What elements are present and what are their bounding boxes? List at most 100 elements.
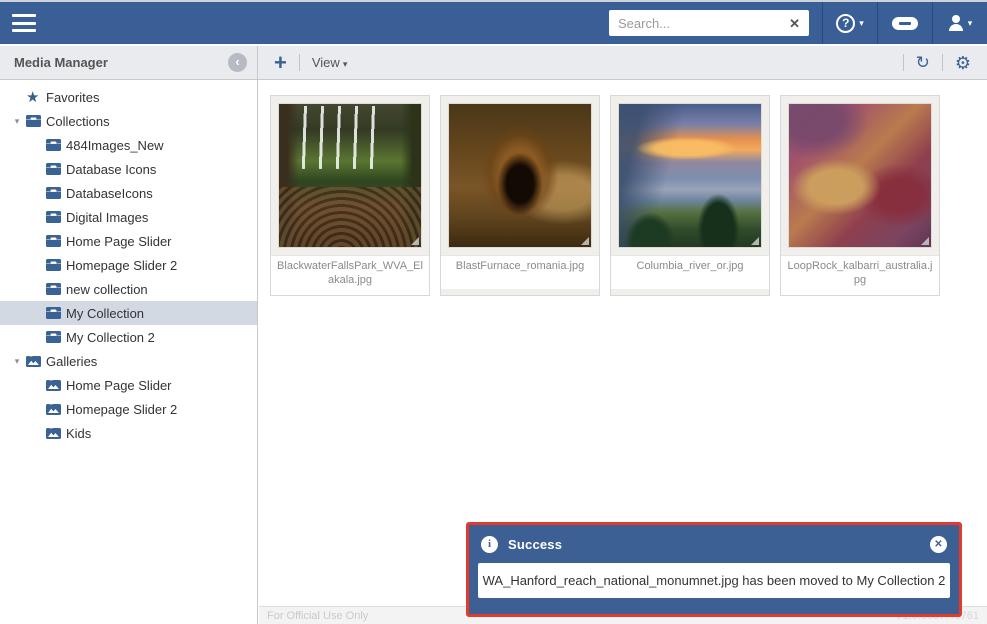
- sidebar-item-home-page-slider[interactable]: Home Page Slider: [0, 229, 257, 253]
- media-filename: Columbia_river_or.jpg: [611, 255, 769, 289]
- add-button[interactable]: +: [274, 52, 287, 74]
- settings-button[interactable]: ⚙: [955, 54, 971, 72]
- sidebar-item-label: new collection: [66, 282, 148, 297]
- caret-down-icon: ▾: [859, 18, 864, 29]
- thumbnail-image[interactable]: [618, 103, 762, 248]
- tree-caret-icon[interactable]: ▾: [8, 356, 26, 367]
- media-filename: BlastFurnace_romania.jpg: [441, 255, 599, 289]
- sidebar-item-484images-new[interactable]: 484Images_New: [0, 133, 257, 157]
- sidebar-item-gallery-home-page-slider[interactable]: Home Page Slider: [0, 373, 257, 397]
- sidebar-item-label: Kids: [66, 426, 91, 441]
- loop-arrows-icon: [892, 17, 918, 30]
- sidebar-item-galleries[interactable]: ▾ Galleries: [0, 349, 257, 373]
- collection-icon: [46, 259, 66, 271]
- search-box: ✕: [596, 2, 822, 44]
- view-dropdown-label: View: [312, 55, 340, 70]
- top-navbar: ✕ ? ▾ ▾: [0, 0, 987, 44]
- user-menu[interactable]: ▾: [932, 2, 987, 44]
- search-input[interactable]: [609, 10, 809, 36]
- gallery-icon: [46, 427, 66, 439]
- navbar-right: ✕ ? ▾ ▾: [596, 2, 987, 44]
- collection-icon: [46, 283, 66, 295]
- sidebar-item-new-collection[interactable]: new collection: [0, 277, 257, 301]
- media-filename: LoopRock_kalbarri_australia.jpg: [781, 255, 939, 295]
- sidebar-item-database-icons[interactable]: Database Icons: [0, 157, 257, 181]
- notification-header: i Success ✕: [469, 525, 959, 563]
- sidebar-tree: ★ Favorites ▾ Collections 484Images_New …: [0, 80, 258, 624]
- collection-icon: [46, 235, 66, 247]
- sidebar-item-my-collection-2[interactable]: My Collection 2: [0, 325, 257, 349]
- info-icon: i: [481, 536, 498, 553]
- star-icon: ★: [26, 90, 46, 105]
- collection-icon: [26, 115, 46, 127]
- sub-toolbar: Media Manager ‹ + View▾ ↻ ⚙: [0, 46, 987, 80]
- sidebar-item-label: My Collection: [66, 306, 144, 321]
- menu-icon[interactable]: [12, 14, 36, 32]
- help-menu[interactable]: ? ▾: [822, 2, 877, 44]
- collapse-sidebar-button[interactable]: ‹: [228, 53, 247, 72]
- sidebar-item-label: Favorites: [46, 90, 99, 105]
- collection-icon: [46, 331, 66, 343]
- close-icon[interactable]: ✕: [930, 536, 947, 553]
- sidebar-item-homepage-slider-2[interactable]: Homepage Slider 2: [0, 253, 257, 277]
- sidebar-item-my-collection[interactable]: My Collection: [0, 301, 257, 325]
- collection-icon: [46, 163, 66, 175]
- sidebar-item-collections[interactable]: ▾ Collections: [0, 109, 257, 133]
- sidebar-item-label: DatabaseIcons: [66, 186, 153, 201]
- sidebar-item-label: Collections: [46, 114, 110, 129]
- sidebar-item-label: My Collection 2: [66, 330, 155, 345]
- notification-message: WA_Hanford_reach_national_monumnet.jpg h…: [478, 563, 950, 598]
- sidebar-item-label: Home Page Slider: [66, 234, 172, 249]
- thumbnail-image[interactable]: [278, 103, 422, 248]
- caret-down-icon: ▾: [968, 18, 973, 29]
- sidebar-item-favorites[interactable]: ★ Favorites: [0, 85, 257, 109]
- preview-button[interactable]: [877, 2, 932, 44]
- sidebar-item-kids[interactable]: Kids: [0, 421, 257, 445]
- content-toolbar: + View▾ ↻ ⚙: [258, 46, 987, 79]
- chevron-down-icon: ▾: [343, 59, 348, 69]
- notification-title: Success: [508, 537, 562, 552]
- sidebar-item-label: Homepage Slider 2: [66, 402, 177, 417]
- help-icon: ?: [836, 14, 855, 33]
- collection-icon: [46, 307, 66, 319]
- media-card[interactable]: Columbia_river_or.jpg: [610, 95, 770, 296]
- collection-icon: [46, 187, 66, 199]
- collection-icon: [46, 211, 66, 223]
- sidebar-item-label: Database Icons: [66, 162, 156, 177]
- collection-icon: [46, 139, 66, 151]
- tree-caret-icon[interactable]: ▾: [8, 116, 26, 127]
- media-card[interactable]: BlastFurnace_romania.jpg: [440, 95, 600, 296]
- thumbnail-image[interactable]: [448, 103, 592, 248]
- sidebar-item-label: Digital Images: [66, 210, 148, 225]
- user-icon: [948, 15, 964, 31]
- toolbar-divider: [903, 54, 904, 71]
- resize-handle-icon[interactable]: [411, 237, 419, 245]
- sidebar-item-label: Home Page Slider: [66, 378, 172, 393]
- gallery-icon: [46, 379, 66, 391]
- sidebar-item-label: Galleries: [46, 354, 97, 369]
- media-filename: BlackwaterFallsPark_WVA_Elakala.jpg: [271, 255, 429, 295]
- resize-handle-icon[interactable]: [581, 237, 589, 245]
- sidebar-item-digital-images[interactable]: Digital Images: [0, 205, 257, 229]
- thumbnail-grid: BlackwaterFallsPark_WVA_Elakala.jpg Blas…: [259, 80, 987, 296]
- resize-handle-icon[interactable]: [751, 237, 759, 245]
- sidebar-header: Media Manager ‹: [0, 46, 258, 79]
- sidebar-item-label: Homepage Slider 2: [66, 258, 177, 273]
- page-title: Media Manager: [14, 55, 228, 70]
- search-clear-icon[interactable]: ✕: [789, 17, 800, 30]
- gallery-icon: [46, 403, 66, 415]
- media-card[interactable]: BlackwaterFallsPark_WVA_Elakala.jpg: [270, 95, 430, 296]
- media-card[interactable]: LoopRock_kalbarri_australia.jpg: [780, 95, 940, 296]
- gallery-icon: [26, 355, 46, 367]
- view-dropdown[interactable]: View▾: [312, 55, 347, 70]
- sidebar-item-gallery-homepage-slider-2[interactable]: Homepage Slider 2: [0, 397, 257, 421]
- media-manager-app: ✕ ? ▾ ▾ Media Manager ‹ +: [0, 0, 987, 624]
- sidebar-item-label: 484Images_New: [66, 138, 164, 153]
- refresh-button[interactable]: ↻: [916, 54, 930, 71]
- toolbar-divider: [299, 54, 300, 71]
- thumbnail-image[interactable]: [788, 103, 932, 248]
- toolbar-divider: [942, 54, 943, 71]
- classification-label: For Official Use Only: [267, 610, 368, 622]
- sidebar-item-databaseicons[interactable]: DatabaseIcons: [0, 181, 257, 205]
- resize-handle-icon[interactable]: [921, 237, 929, 245]
